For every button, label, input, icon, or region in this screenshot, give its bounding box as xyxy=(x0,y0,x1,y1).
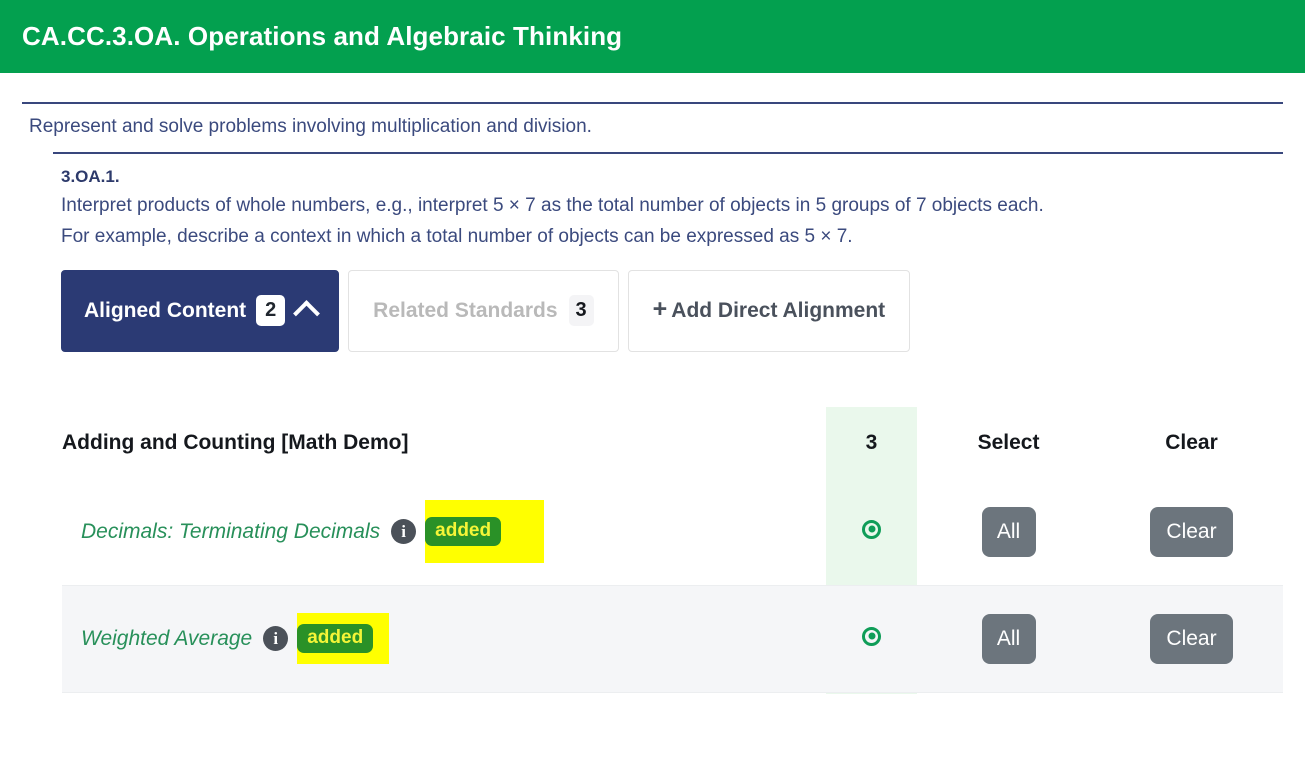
content-item-name[interactable]: Weighted Average xyxy=(81,627,252,651)
row-select-radio-cell xyxy=(826,584,917,693)
clear-button[interactable]: Clear xyxy=(1150,506,1233,557)
status-badge: added xyxy=(425,517,502,547)
clear-button[interactable]: Clear xyxy=(1150,613,1233,664)
add-direct-alignment-label: Add Direct Alignment xyxy=(671,298,886,322)
table-header-row: Adding and Counting [Math Demo] 3 Select… xyxy=(62,407,1283,479)
plus-icon: + xyxy=(652,295,668,324)
status-badge: added xyxy=(297,624,374,654)
alignment-tabs: Aligned Content 2 Related Standards 3 + … xyxy=(61,269,1283,352)
select-all-button[interactable]: All xyxy=(981,613,1036,664)
tab-related-standards-count: 3 xyxy=(568,295,594,327)
alignment-table: Adding and Counting [Math Demo] 3 Select… xyxy=(62,407,1283,693)
alignment-table-head: Adding and Counting [Math Demo] 3 Select… xyxy=(62,407,1283,479)
cluster-block: Represent and solve problems involving m… xyxy=(22,102,1283,140)
add-direct-alignment-button[interactable]: + Add Direct Alignment xyxy=(627,269,911,352)
tab-aligned-content-label: Aligned Content xyxy=(84,298,247,322)
row-select-all-cell: All xyxy=(917,479,1100,586)
row-title-cell: Decimals: Terminating Decimals i added xyxy=(62,479,826,586)
radio-button-selected[interactable] xyxy=(862,519,881,539)
info-icon[interactable]: i xyxy=(391,519,417,545)
row-clear-cell: Clear xyxy=(1100,479,1283,586)
standard-description: Interpret products of whole numbers, e.g… xyxy=(61,195,1044,247)
tab-aligned-content[interactable]: Aligned Content 2 xyxy=(61,269,340,352)
added-badge-highlight: added xyxy=(297,613,390,665)
alignment-table-wrapper: Adding and Counting [Math Demo] 3 Select… xyxy=(0,406,1305,694)
page-header: CA.CC.3.OA. Operations and Algebraic Thi… xyxy=(0,0,1305,73)
page-title: CA.CC.3.OA. Operations and Algebraic Thi… xyxy=(22,21,623,51)
column-header-count: 3 xyxy=(865,430,878,454)
alignment-table-body: Decimals: Terminating Decimals i added A… xyxy=(62,479,1283,693)
standard-code: 3.OA.1. xyxy=(61,166,120,186)
standard-block: 3.OA.1. Interpret products of whole numb… xyxy=(53,151,1283,352)
info-icon[interactable]: i xyxy=(263,626,289,652)
tab-related-standards[interactable]: Related Standards 3 xyxy=(348,269,619,352)
tab-related-standards-label: Related Standards xyxy=(373,298,558,322)
row-select-radio-cell xyxy=(826,479,917,586)
chevron-up-icon xyxy=(293,300,321,327)
cluster-description: Represent and solve problems involving m… xyxy=(29,116,592,137)
table-row: Weighted Average i added All Clear xyxy=(62,584,1283,693)
table-row: Decimals: Terminating Decimals i added A… xyxy=(62,479,1283,586)
tab-aligned-content-count: 2 xyxy=(256,295,286,327)
row-clear-cell: Clear xyxy=(1100,584,1283,693)
main-content: Represent and solve problems involving m… xyxy=(0,102,1305,694)
row-title-cell: Weighted Average i added xyxy=(62,584,826,693)
content-item-name[interactable]: Decimals: Terminating Decimals xyxy=(81,520,380,544)
radio-button-selected[interactable] xyxy=(862,626,881,646)
column-header-clear: Clear xyxy=(1165,430,1218,454)
added-badge-highlight: added xyxy=(425,500,545,564)
row-select-all-cell: All xyxy=(917,584,1100,693)
column-header-select: Select xyxy=(977,430,1040,454)
select-all-button[interactable]: All xyxy=(981,506,1036,557)
column-header-title: Adding and Counting [Math Demo] xyxy=(62,430,409,454)
